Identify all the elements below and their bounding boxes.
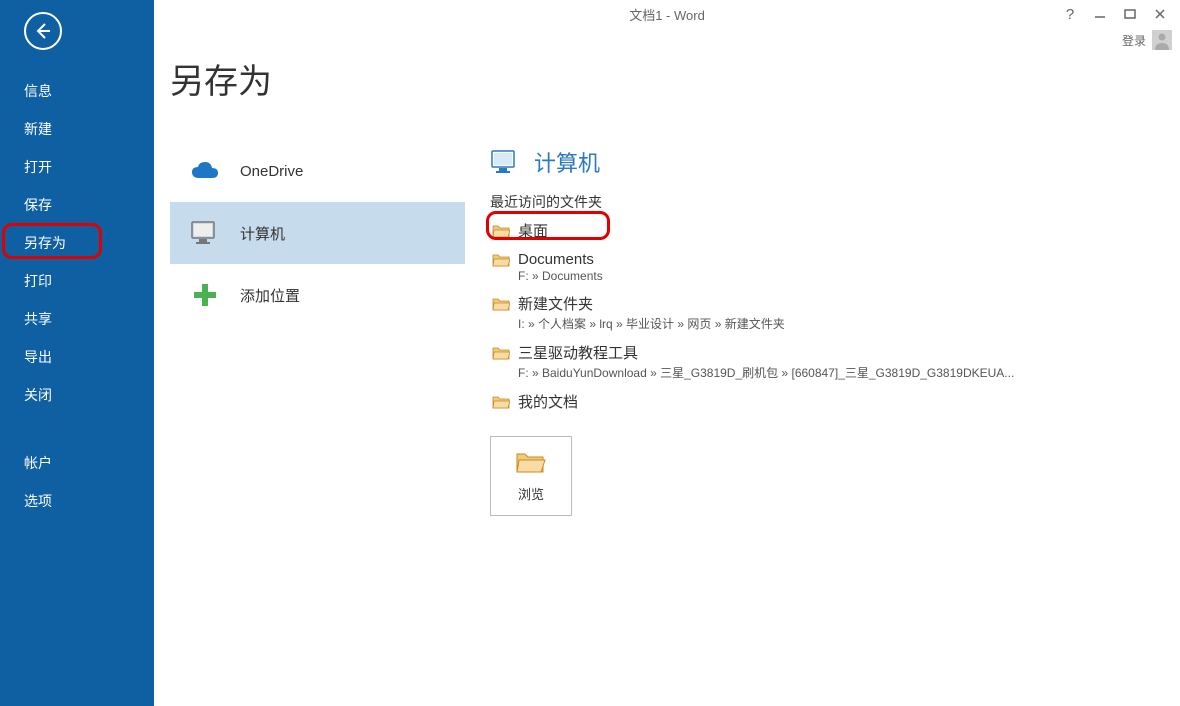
sidebar-lower-1[interactable]: 选项 <box>0 482 154 520</box>
cloud-icon <box>190 156 220 186</box>
folder-icon <box>492 224 510 238</box>
recent-folders-label: 最近访问的文件夹 <box>490 192 1140 212</box>
back-button[interactable] <box>24 12 62 50</box>
details-pane: 计算机 最近访问的文件夹 桌面DocumentsF: » Documents新建… <box>490 146 1140 516</box>
window-controls: ? <box>1060 0 1180 28</box>
sidebar-lower-0[interactable]: 帐户 <box>0 444 154 482</box>
browse-button[interactable]: 浏览 <box>490 436 572 516</box>
sidebar-item-5[interactable]: 打印 <box>0 262 154 300</box>
folder-name: 三星驱动教程工具 <box>518 342 638 363</box>
sidebar-item-2[interactable]: 打开 <box>0 148 154 186</box>
sidebar-item-3[interactable]: 保存 <box>0 186 154 224</box>
folder-open-icon <box>515 450 547 474</box>
window-title: 文档1 - Word <box>629 5 705 24</box>
place-label: 添加位置 <box>240 285 300 306</box>
sidebar-item-1[interactable]: 新建 <box>0 110 154 148</box>
folder-name: 我的文档 <box>518 391 578 412</box>
folder-path: I: » 个人档案 » lrq » 毕业设计 » 网页 » 新建文件夹 <box>518 315 1138 332</box>
sidebar-item-8[interactable]: 关闭 <box>0 376 154 414</box>
annotation-highlight <box>2 223 102 259</box>
folder-item[interactable]: 新建文件夹I: » 个人档案 » lrq » 毕业设计 » 网页 » 新建文件夹 <box>490 289 1140 338</box>
folder-item[interactable]: 桌面 <box>490 216 1140 247</box>
folder-icon <box>492 253 510 267</box>
maximize-button[interactable] <box>1120 4 1140 24</box>
computer-icon <box>490 147 520 177</box>
place-label: OneDrive <box>240 163 303 180</box>
window-title-bar: 文档1 - Word <box>154 0 1180 28</box>
help-button[interactable]: ? <box>1060 4 1080 24</box>
folder-item[interactable]: DocumentsF: » Documents <box>490 247 1140 289</box>
place-label: 计算机 <box>240 223 285 244</box>
folder-path: F: » BaiduYunDownload » 三星_G3819D_刷机包 » … <box>518 364 1138 381</box>
place-plus[interactable]: 添加位置 <box>170 264 465 326</box>
folder-name: Documents <box>518 251 594 268</box>
place-cloud[interactable]: OneDrive <box>170 140 465 202</box>
close-window-button[interactable] <box>1150 4 1170 24</box>
folder-list: 桌面DocumentsF: » Documents新建文件夹I: » 个人档案 … <box>490 216 1140 418</box>
folder-icon <box>492 297 510 311</box>
minimize-button[interactable] <box>1090 4 1110 24</box>
folder-item[interactable]: 三星驱动教程工具F: » BaiduYunDownload » 三星_G3819… <box>490 338 1140 387</box>
pane-heading: 计算机 <box>534 146 600 178</box>
folder-item[interactable]: 我的文档 <box>490 387 1140 418</box>
folder-name: 新建文件夹 <box>518 293 593 314</box>
sidebar-item-7[interactable]: 导出 <box>0 338 154 376</box>
plus-icon <box>190 280 220 310</box>
computer-icon <box>190 218 220 248</box>
places-list: OneDrive 计算机添加位置 <box>170 140 465 326</box>
sidebar-item-6[interactable]: 共享 <box>0 300 154 338</box>
place-computer[interactable]: 计算机 <box>170 202 465 264</box>
folder-icon <box>492 346 510 360</box>
page-title: 另存为 <box>170 54 1180 103</box>
folder-name: 桌面 <box>518 220 548 241</box>
browse-label: 浏览 <box>518 484 544 503</box>
content-area: 另存为 OneDrive 计算机添加位置 计算机 最近访问的文件夹 桌面 Docum… <box>170 44 1180 706</box>
arrow-left-icon <box>33 21 53 41</box>
backstage-sidebar: 信息新建打开保存另存为打印共享导出关闭 帐户选项 <box>0 0 154 706</box>
sidebar-item-0[interactable]: 信息 <box>0 72 154 110</box>
sidebar-item-4[interactable]: 另存为 <box>0 224 154 262</box>
pane-header: 计算机 <box>490 146 1140 178</box>
folder-path: F: » Documents <box>518 269 1138 283</box>
folder-icon <box>492 395 510 409</box>
